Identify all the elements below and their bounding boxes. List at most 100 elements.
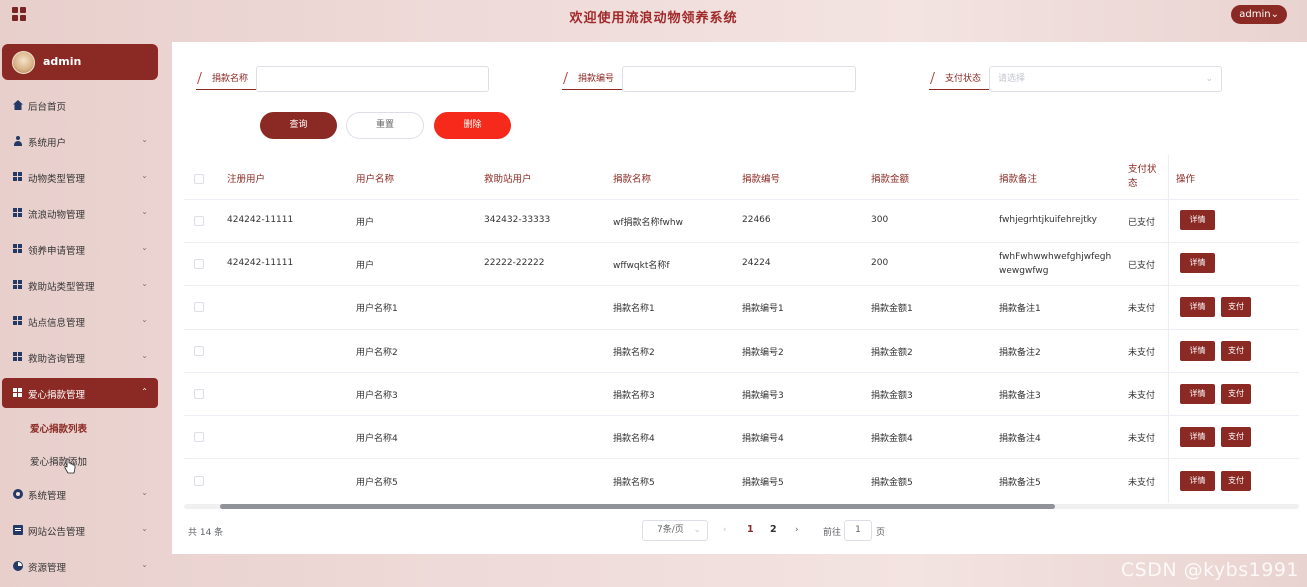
cell-user-name: 用户名称5 — [356, 478, 398, 488]
row-checkbox[interactable] — [194, 476, 204, 486]
pay-button[interactable]: 支付 — [1221, 297, 1251, 317]
column-header: 用户名称 — [356, 174, 395, 185]
grid-icon — [13, 280, 23, 290]
user-menu-button[interactable]: admin⌄ — [1231, 5, 1287, 24]
sidebar-item-announcements[interactable]: 网站公告管理 ⌄ — [2, 515, 158, 545]
select-all-checkbox[interactable] — [194, 174, 204, 184]
table-row: 用户名称4 捐款名称4 捐款编号4 捐款金额4 捐款备注4 未支付 详情 支付 — [184, 416, 1299, 459]
next-page-icon[interactable]: › — [795, 525, 799, 535]
cell-status: 已支付 — [1128, 218, 1156, 228]
sidebar-item-label: 救助站类型管理 — [28, 282, 95, 293]
pay-button[interactable]: 支付 — [1221, 471, 1251, 491]
page-size-select[interactable]: 7条/页 ⌄ — [642, 520, 708, 541]
cell-donation-no: 捐款编号1 — [742, 304, 784, 314]
column-header: 捐款备注 — [999, 174, 1038, 185]
cell-donation-no: 捐款编号3 — [742, 391, 784, 401]
chevron-down-icon: ⌄ — [141, 488, 148, 497]
pie-chart-icon — [13, 561, 23, 571]
sidebar-item-label: 后台首页 — [28, 102, 67, 113]
cell-reg-user: 424242-11111 — [227, 258, 294, 268]
row-checkbox[interactable] — [194, 302, 204, 312]
grid-icon — [13, 244, 23, 254]
cell-remark: 捐款备注2 — [999, 348, 1041, 358]
column-header: 操作 — [1176, 174, 1196, 185]
horizontal-scrollbar[interactable] — [184, 504, 1299, 509]
page-number[interactable]: 2 — [770, 524, 777, 535]
query-button[interactable]: 查询 — [260, 112, 337, 139]
pay-status-select[interactable]: 请选择 ⌄ — [989, 66, 1222, 92]
cell-donation-no: 24224 — [742, 258, 771, 268]
main-panel: 捐款名称 捐款编号 支付状态 请选择 ⌄ 查询 重置 删除 注册用户 用户名称 … — [172, 42, 1307, 554]
cell-amount: 200 — [871, 258, 889, 268]
row-checkbox[interactable] — [194, 216, 204, 226]
sidebar-item-label: 领养申请管理 — [28, 246, 86, 257]
grid-icon — [13, 172, 23, 182]
detail-button[interactable]: 详情 — [1180, 253, 1215, 273]
sidebar-item-system-users[interactable]: 系统用户 ⌄ — [2, 126, 158, 156]
row-checkbox[interactable] — [194, 432, 204, 442]
sidebar-item-label: 流浪动物管理 — [28, 210, 86, 221]
prev-page-icon[interactable]: ‹ — [723, 525, 727, 535]
detail-button[interactable]: 详情 — [1180, 384, 1215, 404]
pay-button[interactable]: 支付 — [1221, 384, 1251, 404]
sidebar-item-rescue-consult[interactable]: 救助咨询管理 ⌄ — [2, 342, 158, 372]
cell-status: 未支付 — [1128, 304, 1156, 314]
sidebar-item-label: 资源管理 — [28, 563, 67, 574]
row-checkbox[interactable] — [194, 346, 204, 356]
cell-remark: fwhjegrhtjkuifehrejtky — [999, 215, 1097, 225]
cell-amount: 捐款金额4 — [871, 434, 913, 444]
cell-user-name: 用户名称4 — [356, 434, 398, 444]
detail-button[interactable]: 详情 — [1180, 210, 1215, 230]
cell-donation-name: 捐款名称3 — [613, 391, 655, 401]
column-header: 捐款金额 — [871, 174, 910, 185]
sidebar-item-label: 动物类型管理 — [28, 174, 86, 185]
row-checkbox[interactable] — [194, 389, 204, 399]
chevron-up-icon: ⌃ — [141, 387, 148, 396]
sidebar-item-adoption-applications[interactable]: 领养申请管理 ⌄ — [2, 234, 158, 264]
sidebar-item-label: 站点信息管理 — [28, 318, 86, 329]
cell-remark: 捐款备注3 — [999, 391, 1041, 401]
cell-status: 未支付 — [1128, 478, 1156, 488]
sidebar-item-donations[interactable]: 爱心捐款管理 ⌃ — [2, 378, 158, 408]
cell-user-name: 用户名称1 — [356, 304, 398, 314]
cell-status: 已支付 — [1128, 261, 1156, 271]
sidebar-item-site-info[interactable]: 站点信息管理 ⌄ — [2, 306, 158, 336]
sidebar-item-resources[interactable]: 资源管理 ⌄ — [2, 551, 158, 581]
row-checkbox[interactable] — [194, 259, 204, 269]
cell-remark: fwhFwhwwhwefghjwfeghwewgwfwg — [999, 252, 1112, 276]
column-header: 捐款名称 — [613, 174, 652, 185]
grid-icon — [13, 316, 23, 326]
reset-button[interactable]: 重置 — [346, 112, 424, 139]
donation-name-input[interactable] — [256, 66, 489, 92]
sidebar-item-station-types[interactable]: 救助站类型管理 ⌄ — [2, 270, 158, 300]
detail-button[interactable]: 详情 — [1180, 427, 1215, 447]
chevron-down-icon: ⌄ — [141, 560, 148, 569]
cell-donation-name: 捐款名称2 — [613, 348, 655, 358]
donation-no-input[interactable] — [622, 66, 856, 92]
goto-page-input[interactable]: 1 — [844, 520, 872, 541]
detail-button[interactable]: 详情 — [1180, 297, 1215, 317]
delete-button[interactable]: 删除 — [434, 112, 511, 139]
pen-icon — [930, 72, 941, 84]
pay-status-label: 支付状态 — [929, 68, 989, 90]
scrollbar-thumb[interactable] — [220, 504, 1055, 509]
cell-donation-no: 捐款编号2 — [742, 348, 784, 358]
column-header: 救助站用户 — [484, 174, 532, 185]
sidebar-item-stray-animals[interactable]: 流浪动物管理 ⌄ — [2, 198, 158, 228]
goto-label: 前往 — [823, 528, 842, 538]
sidebar-item-system-management[interactable]: 系统管理 ⌄ — [2, 479, 158, 509]
pay-button[interactable]: 支付 — [1221, 427, 1251, 447]
sidebar-item-label: 系统管理 — [28, 491, 67, 502]
sidebar-item-animal-types[interactable]: 动物类型管理 ⌄ — [2, 162, 158, 192]
page-number[interactable]: 1 — [747, 524, 754, 535]
sidebar-item-home[interactable]: 后台首页 — [2, 90, 158, 120]
sidebar-subitem-donation-add[interactable]: 爱心捐款添加 — [30, 454, 87, 468]
gear-icon — [13, 489, 23, 499]
pay-button[interactable]: 支付 — [1221, 341, 1251, 361]
detail-button[interactable]: 详情 — [1180, 471, 1215, 491]
page-size-value: 7条/页 — [657, 525, 684, 535]
sidebar-subitem-donation-list[interactable]: 爱心捐款列表 — [30, 421, 87, 435]
detail-button[interactable]: 详情 — [1180, 341, 1215, 361]
cell-donation-name: wf捐款名称fwhw — [613, 218, 683, 228]
table-row: 用户名称3 捐款名称3 捐款编号3 捐款金额3 捐款备注3 未支付 详情 支付 — [184, 373, 1299, 416]
